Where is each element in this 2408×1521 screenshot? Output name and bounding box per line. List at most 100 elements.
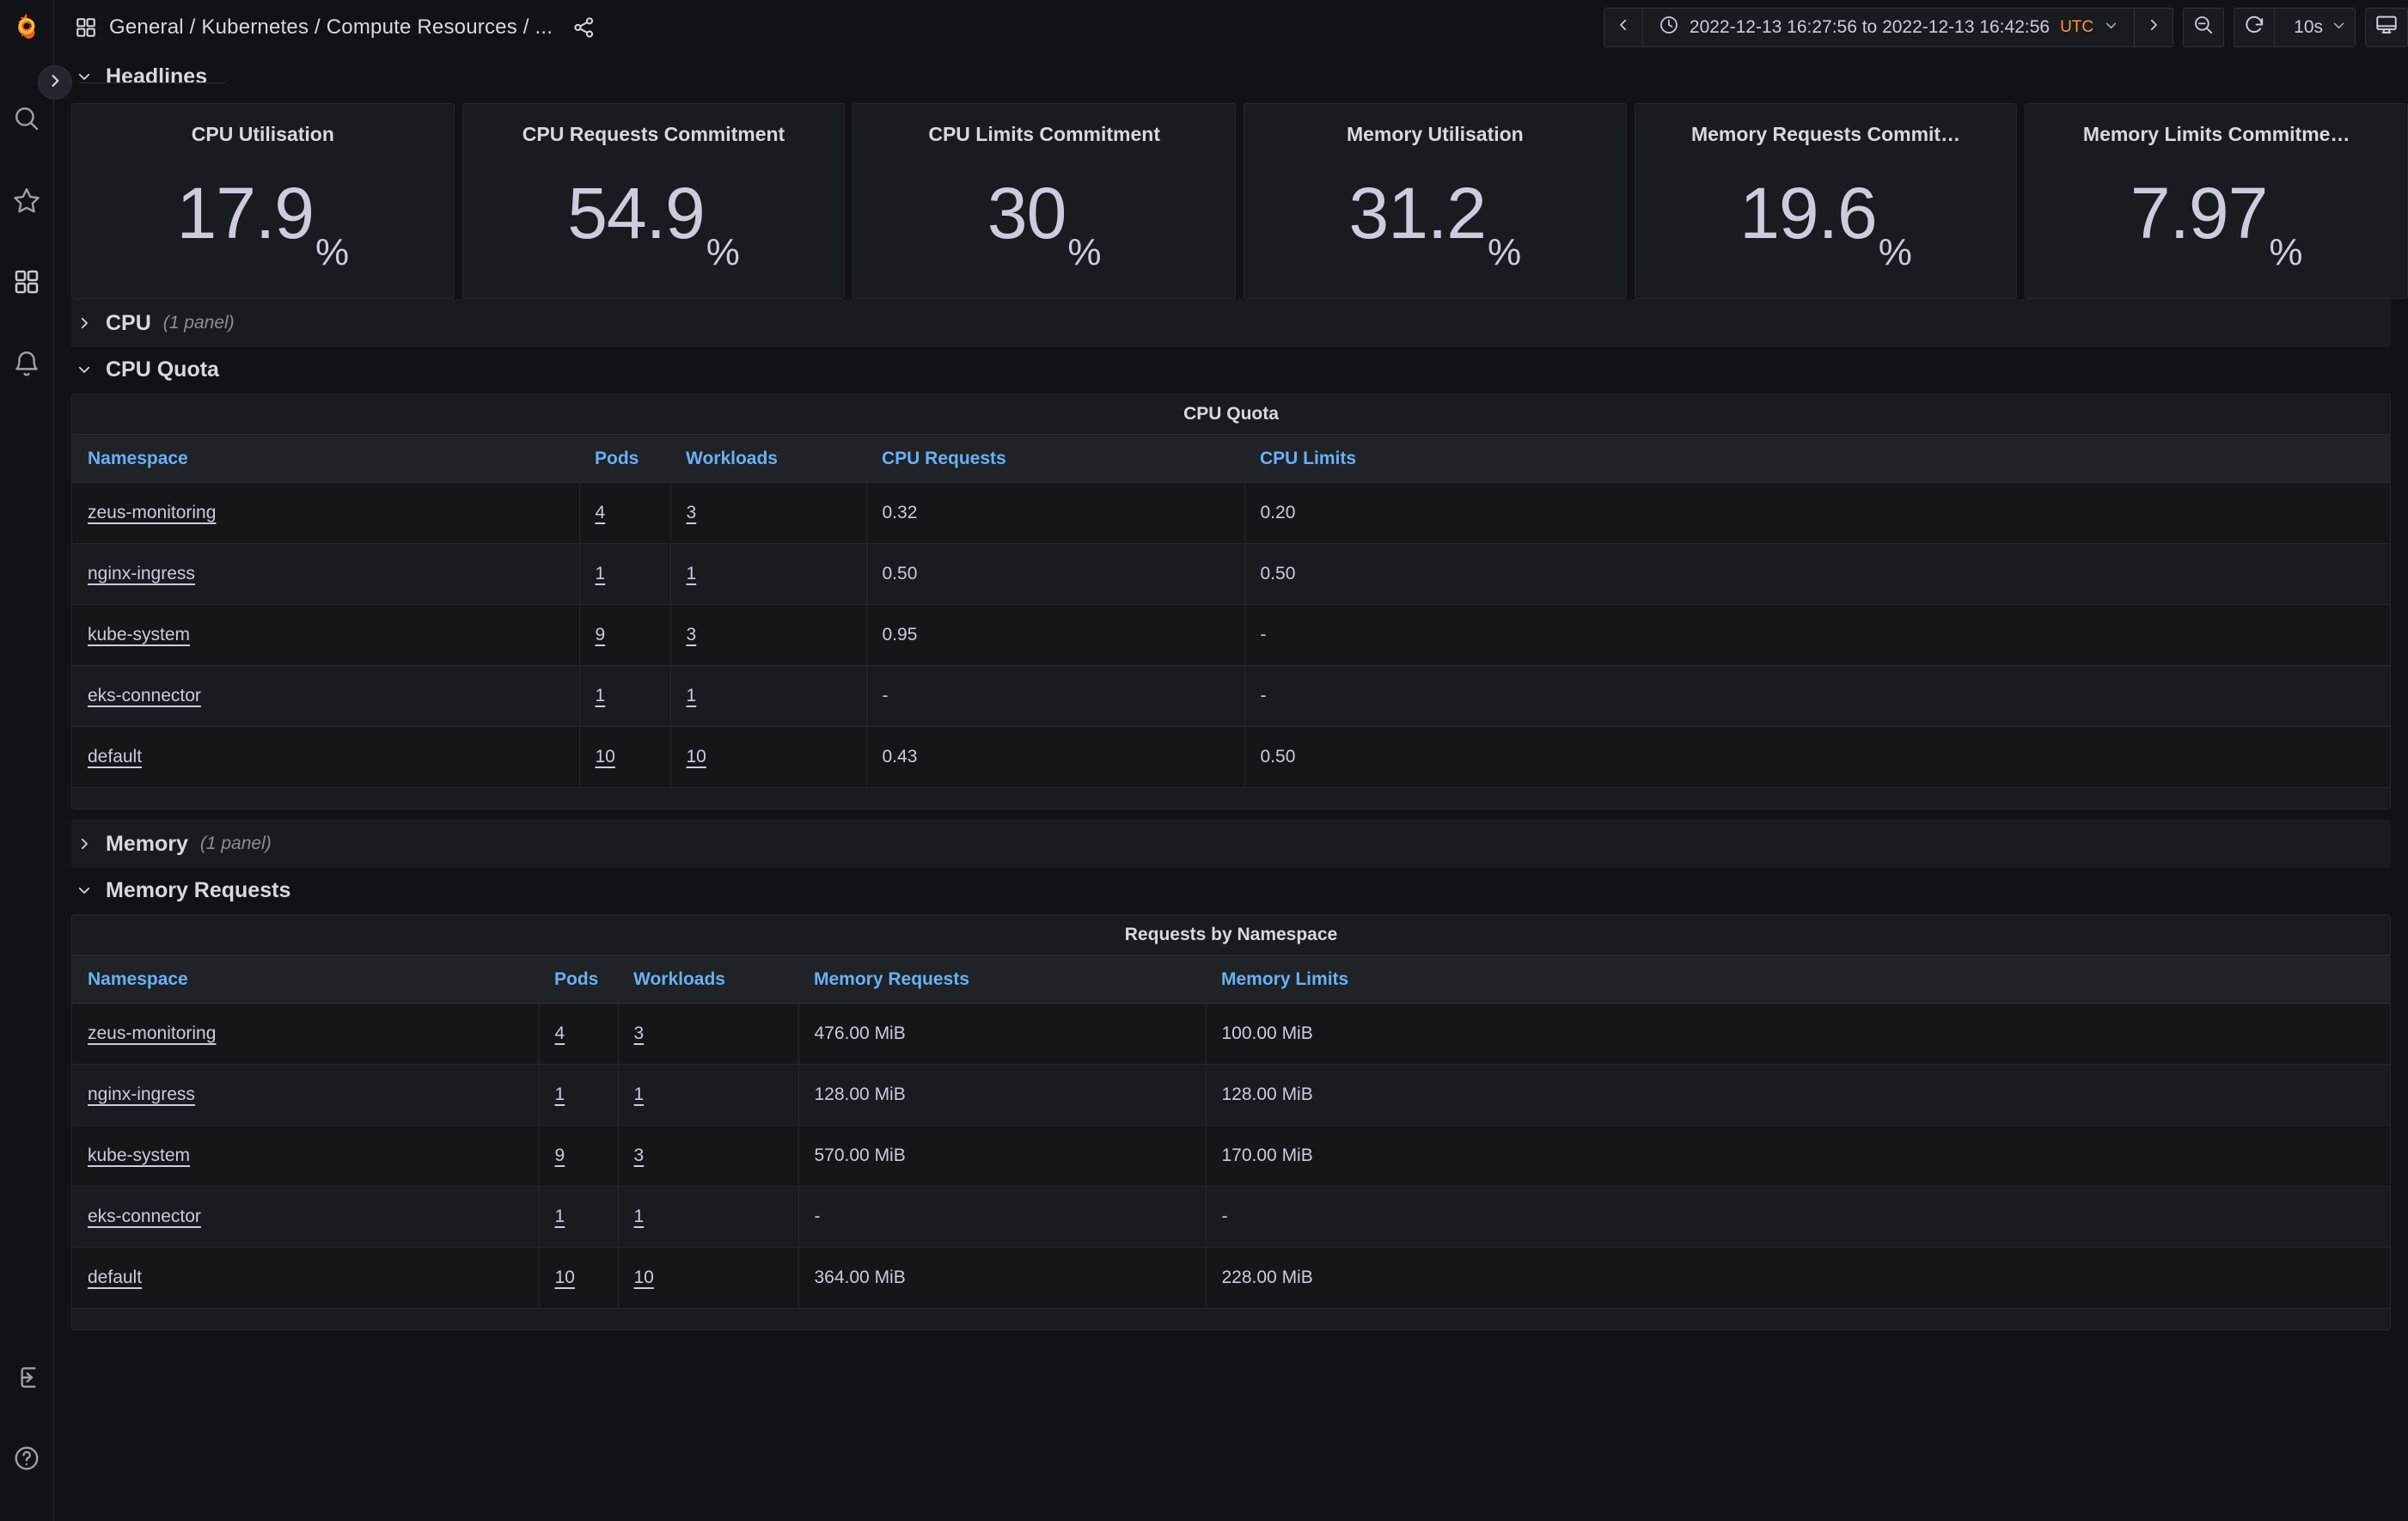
row-header-memory-requests[interactable]: Memory Requests xyxy=(54,868,2408,913)
cell-pods[interactable]: 9 xyxy=(579,605,670,666)
namespace-link[interactable]: zeus-monitoring xyxy=(88,1023,216,1043)
cell-namespace[interactable]: kube-system xyxy=(72,1126,539,1187)
namespace-link[interactable]: nginx-ingress xyxy=(88,564,195,583)
workloads-link[interactable]: 3 xyxy=(634,1023,645,1043)
sidebar-item-starred[interactable] xyxy=(0,159,54,241)
cell-workloads[interactable]: 1 xyxy=(670,666,866,727)
cell-workloads[interactable]: 3 xyxy=(670,483,866,544)
sidebar-item-alerting[interactable] xyxy=(0,322,54,404)
cell-workloads[interactable]: 3 xyxy=(618,1004,798,1065)
column-header-memory-requests[interactable]: Memory Requests xyxy=(798,956,1206,1004)
cell-namespace[interactable]: zeus-monitoring xyxy=(72,1004,539,1065)
pods-link[interactable]: 4 xyxy=(555,1023,565,1043)
namespace-link[interactable]: kube-system xyxy=(88,1145,190,1165)
sidebar-item-dashboards[interactable] xyxy=(0,241,54,322)
namespace-link[interactable]: default xyxy=(88,747,142,767)
kiosk-mode-button[interactable] xyxy=(2366,9,2407,46)
pods-link[interactable]: 1 xyxy=(555,1084,565,1104)
cell-workloads[interactable]: 10 xyxy=(618,1248,798,1309)
cell-pods[interactable]: 1 xyxy=(539,1065,618,1126)
cell-namespace[interactable]: default xyxy=(72,727,579,788)
pods-link[interactable]: 10 xyxy=(555,1268,575,1287)
share-icon[interactable] xyxy=(571,15,596,40)
column-header-namespace[interactable]: Namespace xyxy=(72,435,579,483)
row-title: CPU Quota xyxy=(106,357,219,382)
pods-link[interactable]: 10 xyxy=(596,747,615,767)
pods-link[interactable]: 9 xyxy=(596,625,606,644)
cell-workloads[interactable]: 3 xyxy=(670,605,866,666)
namespace-link[interactable]: eks-connector xyxy=(88,1206,201,1226)
sidebar-item-help[interactable] xyxy=(0,1418,54,1499)
cell-namespace[interactable]: kube-system xyxy=(72,605,579,666)
column-header-cpu-limits[interactable]: CPU Limits xyxy=(1244,435,2390,483)
workloads-link[interactable]: 1 xyxy=(634,1206,645,1226)
pods-link[interactable]: 1 xyxy=(555,1206,565,1226)
time-shift-forward-button[interactable] xyxy=(2135,9,2173,46)
namespace-link[interactable]: zeus-monitoring xyxy=(88,503,216,522)
stat-panel-memory-limits-commitment[interactable]: Memory Limits Commitme… 7.97 % xyxy=(2025,103,2408,299)
workloads-link[interactable]: 10 xyxy=(634,1268,654,1287)
cell-pods[interactable]: 4 xyxy=(539,1004,618,1065)
cell-pods[interactable]: 1 xyxy=(579,544,670,605)
cell-namespace[interactable]: zeus-monitoring xyxy=(72,483,579,544)
pods-link[interactable]: 1 xyxy=(596,564,606,583)
row-header-headlines[interactable]: Headlines xyxy=(54,54,2408,99)
cell-workloads[interactable]: 1 xyxy=(618,1187,798,1248)
workloads-link[interactable]: 1 xyxy=(687,564,697,583)
time-shift-back-button[interactable] xyxy=(1604,9,1642,46)
workloads-link[interactable]: 3 xyxy=(687,503,697,522)
namespace-link[interactable]: kube-system xyxy=(88,625,190,644)
workloads-link[interactable]: 3 xyxy=(687,625,697,644)
column-header-memory-limits[interactable]: Memory Limits xyxy=(1206,956,2390,1004)
stat-panel-memory-requests-commitment[interactable]: Memory Requests Commit… 19.6 % xyxy=(1635,103,2018,299)
column-header-cpu-requests[interactable]: CPU Requests xyxy=(866,435,1244,483)
sidebar-expand-button[interactable] xyxy=(38,65,72,100)
cell-pods[interactable]: 9 xyxy=(539,1126,618,1187)
cell-pods[interactable]: 1 xyxy=(579,666,670,727)
cell-namespace[interactable]: eks-connector xyxy=(72,666,579,727)
cell-memory-limits: - xyxy=(1206,1187,2390,1248)
cell-workloads[interactable]: 10 xyxy=(670,727,866,788)
cell-pods[interactable]: 4 xyxy=(579,483,670,544)
cell-workloads[interactable]: 3 xyxy=(618,1126,798,1187)
column-header-namespace[interactable]: Namespace xyxy=(72,956,539,1004)
namespace-link[interactable]: nginx-ingress xyxy=(88,1084,195,1104)
column-header-pods[interactable]: Pods xyxy=(539,956,618,1004)
cell-workloads[interactable]: 1 xyxy=(618,1065,798,1126)
row-header-memory[interactable]: Memory (1 panel) xyxy=(71,820,2391,868)
namespace-link[interactable]: default xyxy=(88,1268,142,1287)
pods-link[interactable]: 9 xyxy=(555,1145,565,1165)
workloads-link[interactable]: 3 xyxy=(634,1145,645,1165)
cell-namespace[interactable]: nginx-ingress xyxy=(72,1065,539,1126)
stat-panel-cpu-utilisation[interactable]: CPU Utilisation 17.9 % xyxy=(71,103,455,299)
stat-panel-memory-utilisation[interactable]: Memory Utilisation 31.2 % xyxy=(1244,103,1627,299)
namespace-link[interactable]: eks-connector xyxy=(88,686,201,706)
stat-panel-cpu-requests-commitment[interactable]: CPU Requests Commitment 54.9 % xyxy=(462,103,846,299)
cell-pods[interactable]: 10 xyxy=(579,727,670,788)
workloads-link[interactable]: 1 xyxy=(687,686,697,706)
cell-namespace[interactable]: default xyxy=(72,1248,539,1309)
cell-workloads[interactable]: 1 xyxy=(670,544,866,605)
panel-title: CPU Requests Commitment xyxy=(523,123,785,146)
sidebar-item-signin[interactable] xyxy=(0,1337,54,1418)
row-header-cpu-quota[interactable]: CPU Quota xyxy=(54,347,2408,392)
cell-pods[interactable]: 10 xyxy=(539,1248,618,1309)
zoom-out-button[interactable] xyxy=(2184,9,2223,46)
row-header-cpu[interactable]: CPU (1 panel) xyxy=(71,299,2391,347)
cell-namespace[interactable]: nginx-ingress xyxy=(72,544,579,605)
column-header-pods[interactable]: Pods xyxy=(579,435,670,483)
workloads-link[interactable]: 1 xyxy=(634,1084,645,1104)
grafana-logo-icon[interactable] xyxy=(0,0,54,54)
pods-link[interactable]: 4 xyxy=(596,503,606,522)
cell-pods[interactable]: 1 xyxy=(539,1187,618,1248)
refresh-interval-picker[interactable]: 10s xyxy=(2275,9,2355,46)
workloads-link[interactable]: 10 xyxy=(687,747,706,767)
stat-panel-cpu-limits-commitment[interactable]: CPU Limits Commitment 30 % xyxy=(853,103,1236,299)
column-header-workloads[interactable]: Workloads xyxy=(618,956,798,1004)
pods-link[interactable]: 1 xyxy=(596,686,606,706)
refresh-button[interactable] xyxy=(2234,9,2274,46)
breadcrumb[interactable]: General / Kubernetes / Compute Resources… xyxy=(75,15,553,40)
column-header-workloads[interactable]: Workloads xyxy=(670,435,866,483)
time-range-picker[interactable]: 2022-12-13 16:27:56 to 2022-12-13 16:42:… xyxy=(1643,9,2134,46)
cell-namespace[interactable]: eks-connector xyxy=(72,1187,539,1248)
